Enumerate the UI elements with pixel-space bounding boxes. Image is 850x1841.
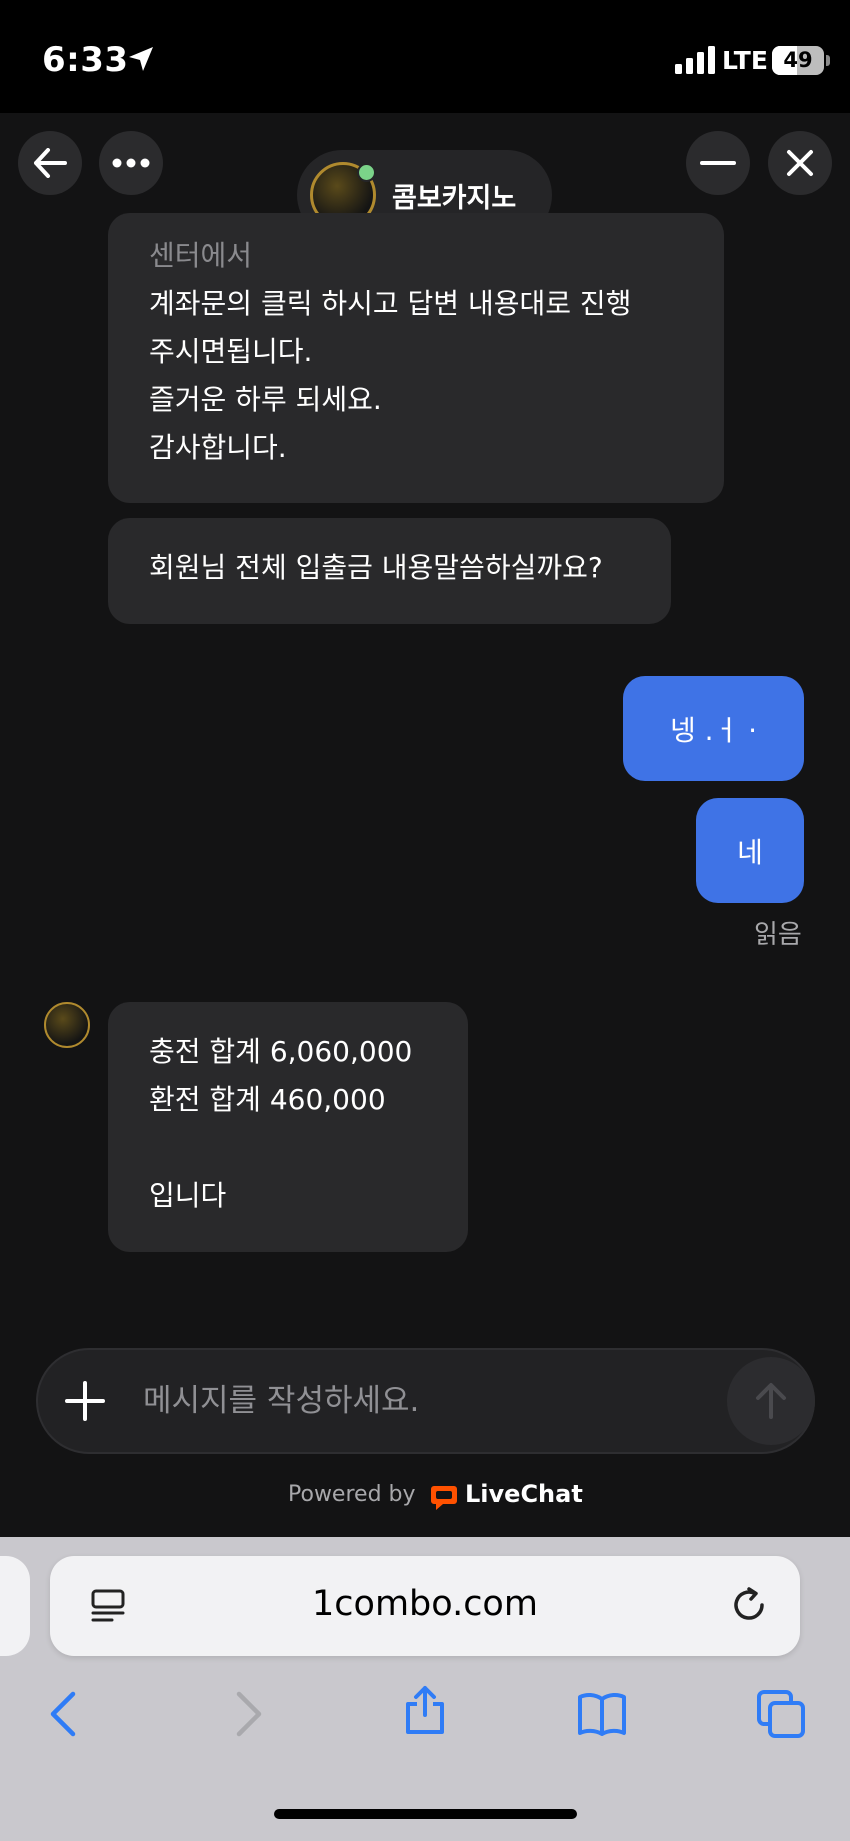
previous-tab-peek[interactable]	[0, 1556, 30, 1656]
send-button[interactable]	[727, 1357, 815, 1445]
message-text: 네	[737, 835, 763, 869]
message-text: 충전 합계 6,060,000 환전 합계 460,000 입니다	[149, 1035, 413, 1212]
livechat-logo-icon	[431, 1486, 457, 1510]
online-status-dot	[357, 163, 376, 182]
minimize-icon	[700, 161, 736, 165]
close-button[interactable]	[768, 131, 832, 195]
back-icon[interactable]	[40, 1689, 90, 1739]
home-indicator[interactable]	[274, 1809, 577, 1819]
arrow-up-icon	[756, 1383, 786, 1419]
more-options-button[interactable]	[99, 131, 163, 195]
message-input[interactable]	[143, 1376, 703, 1426]
battery-percent: 49	[783, 48, 813, 72]
ellipsis-icon	[112, 158, 150, 168]
agent-avatar-small	[44, 1002, 90, 1048]
forward-icon[interactable]	[222, 1689, 272, 1739]
powered-by-label: Powered by	[288, 1482, 416, 1507]
back-button[interactable]	[18, 131, 82, 195]
minimize-button[interactable]	[686, 131, 750, 195]
livechat-brand[interactable]: LiveChat	[465, 1480, 583, 1508]
status-time: 6:33	[42, 40, 129, 80]
message-sender: 센터에서	[149, 239, 253, 272]
message-text: 넹 .ㅓ ·	[669, 713, 758, 747]
battery-cap	[826, 55, 830, 66]
status-bar: 6:33 LTE 49	[0, 0, 850, 113]
share-icon[interactable]	[400, 1685, 450, 1735]
network-type: LTE	[722, 46, 768, 75]
location-arrow-icon	[129, 47, 153, 71]
tabs-icon[interactable]	[756, 1689, 806, 1739]
plus-icon[interactable]	[64, 1380, 106, 1422]
bookmarks-icon[interactable]	[577, 1689, 627, 1739]
user-message-bubble: 넹 .ㅓ ·	[623, 676, 804, 781]
url-text[interactable]: 1combo.com	[225, 1584, 625, 1624]
message-text: 계좌문의 클릭 하시고 답변 내용대로 진행 주시면됩니다. 즐거운 하루 되세…	[149, 287, 632, 464]
message-text: 회원님 전체 입출금 내용말씀하실까요?	[149, 551, 603, 584]
cellular-signal-icon	[675, 46, 715, 74]
agent-name: 콤보카지노	[392, 183, 517, 214]
arrow-left-icon	[34, 148, 67, 178]
user-message-bubble: 네	[696, 798, 804, 903]
reload-icon[interactable]	[729, 1585, 769, 1625]
reader-icon[interactable]	[90, 1588, 126, 1624]
battery-icon: 49	[772, 46, 824, 75]
close-icon	[787, 150, 813, 176]
read-receipt: 읽음	[754, 920, 802, 950]
